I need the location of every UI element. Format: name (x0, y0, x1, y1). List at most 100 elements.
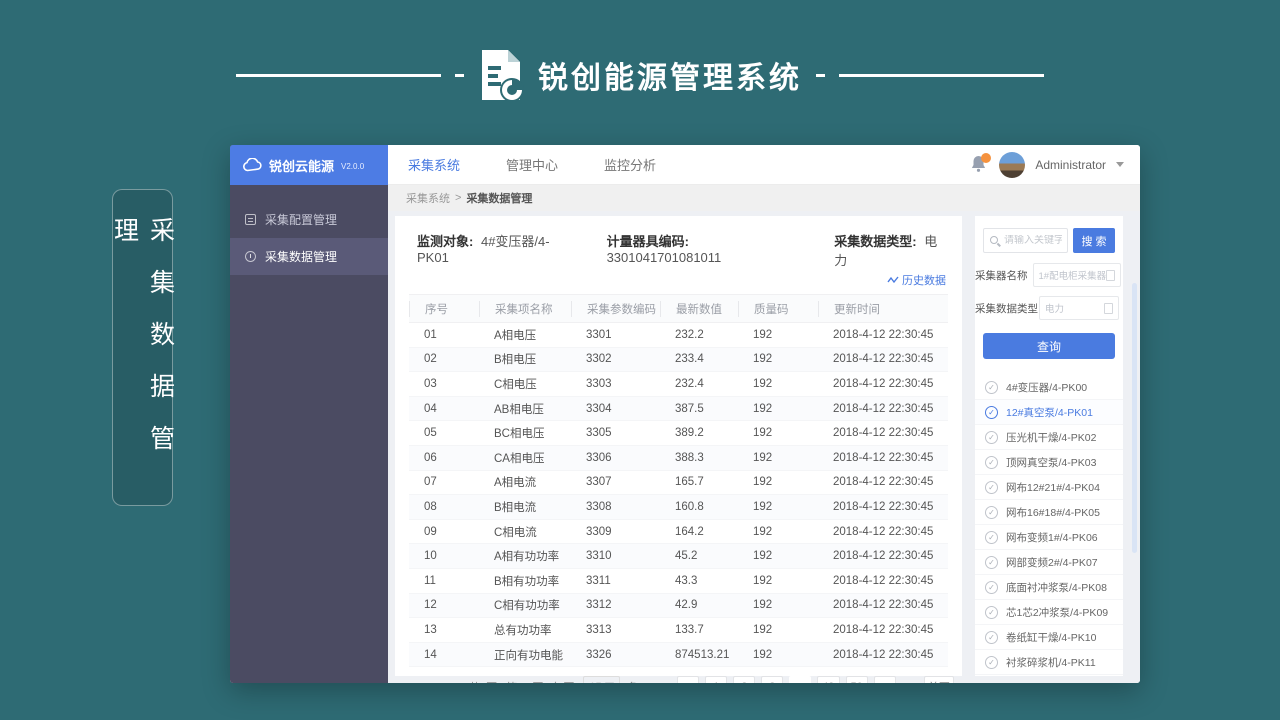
menu-item-label: 采集数据管理 (265, 248, 337, 265)
check-circle-icon: ✓ (985, 506, 998, 519)
table-row: 10 A相有功功率 3310 45.2 192 2018-4-12 22:30:… (409, 544, 948, 569)
top-nav-item[interactable]: 监控分析 (604, 155, 656, 174)
device-name: 网布16#18#/4-PK05 (1006, 505, 1100, 520)
page-button[interactable]: ‹ (677, 676, 699, 683)
cell-update-time: 2018-4-12 22:30:45 (818, 353, 948, 365)
query-button[interactable]: 查询 (983, 333, 1115, 359)
divider-dash-left (455, 74, 464, 77)
per-page-label: 每页 (552, 679, 574, 683)
check-circle-icon: ✓ (985, 581, 998, 594)
device-name: 网部变频2#/4-PK07 (1006, 555, 1098, 570)
check-circle-icon: ✓ (985, 406, 998, 419)
cell-item-name: A相电流 (479, 474, 571, 490)
app-logo-name: 锐创云能源 (269, 156, 334, 175)
page-button[interactable]: 3 (761, 676, 783, 683)
top-nav-item[interactable]: 管理中心 (506, 155, 558, 174)
device-list-item[interactable]: ✓ 衬浆碎浆机/4-PK11 (975, 650, 1123, 675)
device-list-item[interactable]: ✓ 4#变压器/4-PK00 (975, 375, 1123, 400)
cell-quality-code: 192 (738, 550, 818, 562)
cell-quality-code: 192 (738, 329, 818, 341)
table-row: 01 A相电压 3301 232.2 192 2018-4-12 22:30:4… (409, 323, 948, 348)
cell-param-code: 3308 (571, 501, 660, 513)
top-nav-item[interactable]: 采集系统 (408, 155, 460, 174)
device-list-item[interactable]: ✓ 网布16#18#/4-PK05 (975, 500, 1123, 525)
monitor-object-label: 监测对象: (417, 234, 473, 249)
cell-quality-code: 192 (738, 378, 818, 390)
device-list-item[interactable]: ✓ 网布变频1#/4-PK06 (975, 525, 1123, 550)
device-list-item[interactable]: ✓ 压光机干燥/4-PK02 (975, 425, 1123, 450)
first-page-button[interactable]: 首页 (924, 676, 954, 683)
cell-param-code: 3302 (571, 353, 660, 365)
topbar: 采集系统 管理中心 监控分析 Administrator (388, 145, 1140, 185)
cell-param-code: 3305 (571, 427, 660, 439)
page-button[interactable]: ... (789, 676, 811, 683)
cell-quality-code: 192 (738, 599, 818, 611)
collector-label: 采集器名称 (975, 268, 1033, 283)
cell-index: 14 (409, 649, 479, 661)
device-list-item[interactable]: ✓ 网部变频2#/4-PK07 (975, 550, 1123, 575)
page-total: 共1页 (469, 679, 497, 683)
per-page-select[interactable]: 15 (583, 676, 620, 683)
sidebar-menu-item[interactable]: 采集配置管理 (230, 201, 388, 238)
cell-update-time: 2018-4-12 22:30:45 (818, 378, 948, 390)
select-arrow-icon (1106, 270, 1115, 281)
device-list-item[interactable]: ✓ 底面衬冲浆泵/4-PK08 (975, 575, 1123, 600)
cell-quality-code: 192 (738, 427, 818, 439)
cell-latest-value: 133.7 (660, 624, 738, 636)
table-header-cell: 质量码 (738, 301, 818, 317)
cell-update-time: 2018-4-12 22:30:45 (818, 550, 948, 562)
sidebar: 锐创云能源 V2.0.0 采集配置管理 采集数据管理 (230, 145, 388, 683)
cell-index: 03 (409, 378, 479, 390)
sidebar-menu-item[interactable]: 采集数据管理 (230, 238, 388, 275)
notification-badge (981, 153, 991, 163)
divider-dash-right (816, 74, 825, 77)
table-row: 06 CA相电压 3306 388.3 192 2018-4-12 22:30:… (409, 446, 948, 471)
per-page-value: 15 (589, 681, 601, 683)
cell-item-name: AB相电压 (479, 401, 571, 417)
table-row: 05 BC相电压 3305 389.2 192 2018-4-12 22:30:… (409, 421, 948, 446)
cell-latest-value: 232.2 (660, 329, 738, 341)
cell-item-name: BC相电压 (479, 425, 571, 441)
page-button[interactable]: 49 (817, 676, 839, 683)
meter-code: 计量器具编码: 3301041701081011 (607, 231, 801, 269)
cell-update-time: 2018-4-12 22:30:45 (818, 599, 948, 611)
search-button[interactable]: 搜 索 (1073, 228, 1115, 253)
cell-index: 06 (409, 452, 479, 464)
cell-quality-code: 192 (738, 575, 818, 587)
page-button[interactable]: 50 (846, 676, 868, 683)
history-data-link[interactable]: 历史数据 (887, 272, 946, 288)
menu-item-label: 采集配置管理 (265, 211, 337, 228)
page-button[interactable]: › (874, 676, 896, 683)
search-input[interactable] (1004, 235, 1062, 246)
cell-quality-code: 192 (738, 526, 818, 538)
device-list-item[interactable]: ✓ 12#真空泵/4-PK01 (975, 400, 1123, 425)
chevron-down-icon[interactable] (1116, 162, 1124, 167)
divider-line-right (839, 74, 1044, 77)
scrollbar[interactable] (1132, 283, 1137, 553)
menu-item-icon (245, 251, 256, 262)
table-row: 12 C相有功功率 3312 42.9 192 2018-4-12 22:30:… (409, 594, 948, 619)
cell-latest-value: 387.5 (660, 403, 738, 415)
device-list-item[interactable]: ✓ 卷纸缸干燥/4-PK10 (975, 625, 1123, 650)
cell-index: 12 (409, 599, 479, 611)
cell-index: 13 (409, 624, 479, 636)
page-button[interactable]: 2 (733, 676, 755, 683)
cell-update-time: 2018-4-12 22:30:45 (818, 329, 948, 341)
collector-select[interactable]: 1#配电柜采集器 (1033, 263, 1122, 287)
page-button[interactable]: 1 (705, 676, 727, 683)
table-header-cell: 采集参数编码 (571, 301, 660, 317)
breadcrumb-parent[interactable]: 采集系统 (406, 190, 450, 206)
cell-latest-value: 165.7 (660, 476, 738, 488)
data-type-select[interactable]: 电力 (1039, 296, 1119, 320)
notification-bell-icon[interactable] (971, 155, 989, 175)
user-avatar[interactable] (999, 152, 1025, 178)
cell-item-name: 总有功功率 (479, 622, 571, 638)
device-list-item[interactable]: ✓ 顶网真空泵/4-PK03 (975, 450, 1123, 475)
table-header: 序号 采集项名称 采集参数编码 最新数值 质量码 更新时间 (409, 294, 948, 323)
device-list-item[interactable]: ✓ 网布12#21#/4-PK04 (975, 475, 1123, 500)
table-row: 08 B相电流 3308 160.8 192 2018-4-12 22:30:4… (409, 495, 948, 520)
cell-param-code: 3313 (571, 624, 660, 636)
device-list-item[interactable]: ✓ 芯1芯2冲浆泵/4-PK09 (975, 600, 1123, 625)
cell-latest-value: 45.2 (660, 550, 738, 562)
data-type-select-label: 采集数据类型 (975, 301, 1039, 316)
